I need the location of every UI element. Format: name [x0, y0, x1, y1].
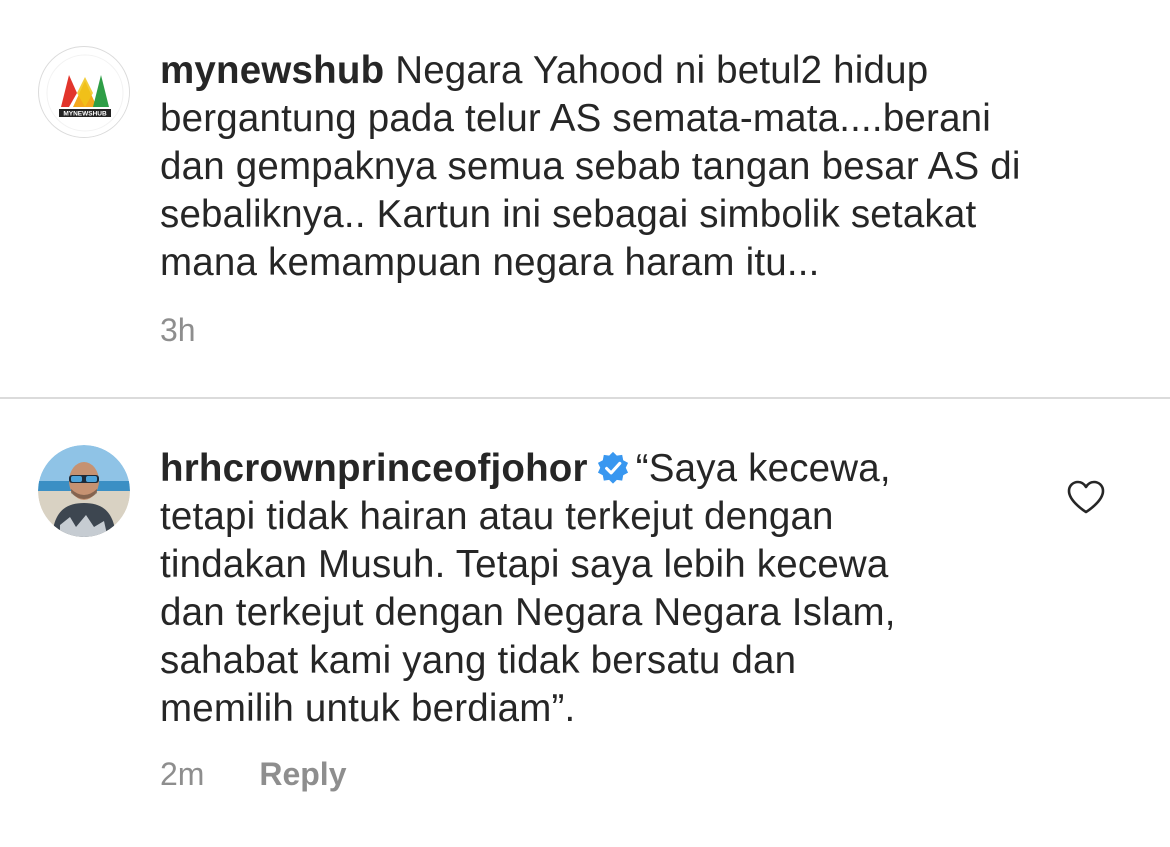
comment-text-line: mana kemampuan negara haram itu...	[160, 241, 820, 284]
comment-text-line: tetapi tidak hairan atau terkejut dengan	[160, 495, 834, 538]
comment-meta: 3h	[160, 312, 196, 349]
heart-outline-icon[interactable]	[1066, 479, 1106, 515]
comment-text-line: bergantung pada telur AS semata-mata....…	[160, 97, 992, 140]
comment-body: hrhcrownprinceofjohor “Saya kecewa, teta…	[160, 445, 896, 733]
svg-text:MYNEWSHUB: MYNEWSHUB	[63, 111, 107, 118]
comment-body: mynewshub Negara Yahood ni betul2 hidup …	[160, 47, 1021, 287]
comment-text-line: Negara Yahood ni betul2 hidup	[384, 49, 929, 92]
mynewshub-logo-icon: MYNEWSHUB	[41, 49, 129, 137]
avatar[interactable]: MYNEWSHUB	[38, 46, 130, 138]
comment-item: MYNEWSHUB mynewshub Negara Yahood ni bet…	[0, 0, 1170, 397]
profile-photo-icon	[38, 445, 130, 537]
timestamp: 2m	[160, 756, 205, 792]
comment-text-line: “Saya kecewa,	[635, 447, 891, 490]
username-link[interactable]: mynewshub	[160, 49, 384, 92]
comment-text-line: tindakan Musuh. Tetapi saya lebih kecewa	[160, 543, 889, 586]
comment-text-line: sahabat kami yang tidak bersatu dan	[160, 639, 797, 682]
username-link[interactable]: hrhcrownprinceofjohor	[160, 447, 588, 490]
comment-text-line: dan gempaknya semua sebab tangan besar A…	[160, 145, 1021, 188]
comment-item: hrhcrownprinceofjohor “Saya kecewa, teta…	[0, 397, 1170, 847]
reply-button[interactable]: Reply	[259, 756, 346, 793]
comment-meta: 2m Reply	[160, 756, 346, 793]
verified-badge-icon	[597, 451, 628, 484]
comment-text-line: sebaliknya.. Kartun ini sebagai simbolik…	[160, 193, 977, 236]
timestamp: 3h	[160, 312, 196, 348]
avatar[interactable]	[38, 445, 130, 537]
comment-text-line: memilih untuk berdiam”.	[160, 687, 576, 730]
comment-text-line: dan terkejut dengan Negara Negara Islam,	[160, 591, 896, 634]
